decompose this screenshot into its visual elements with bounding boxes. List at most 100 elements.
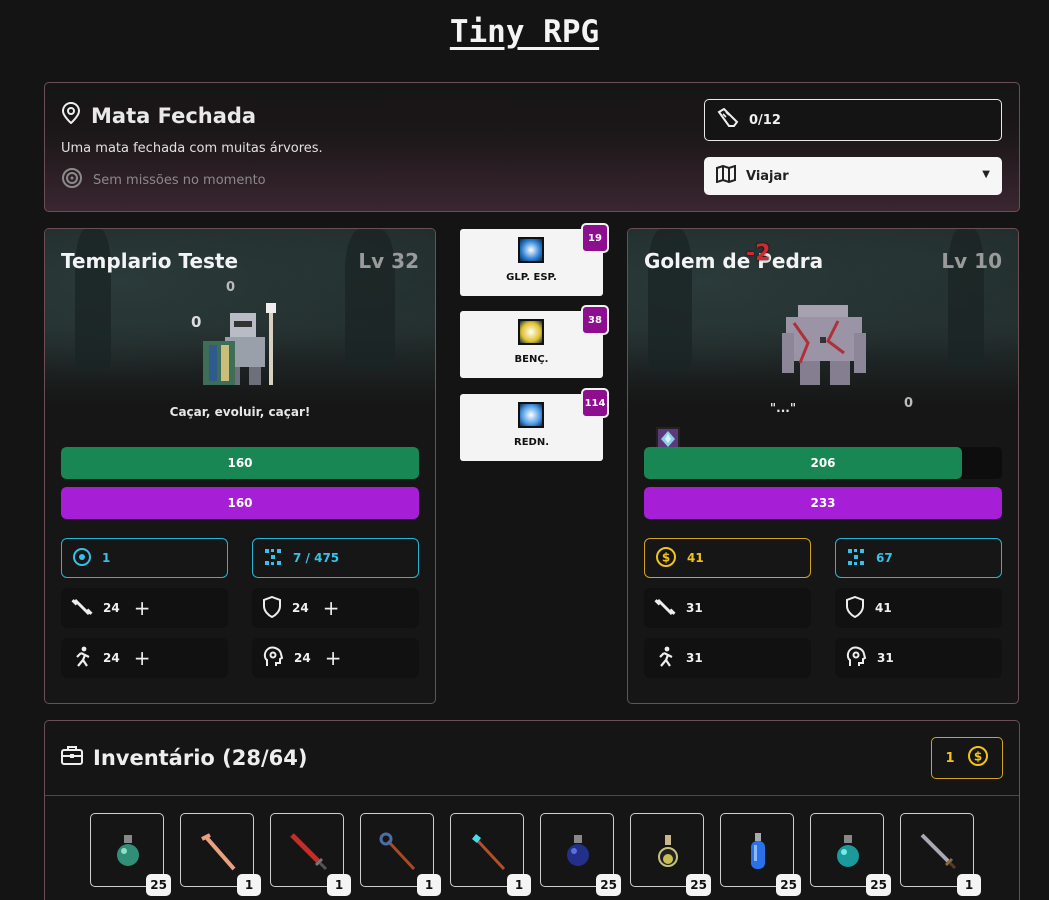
stat-agility: 24 + [61, 638, 228, 678]
magic-value: 31 [877, 651, 894, 665]
xp-icon [263, 547, 283, 570]
gold-value: 41 [687, 551, 704, 565]
item-quantity: 25 [866, 874, 891, 896]
add-agility-button[interactable]: + [134, 646, 151, 670]
item-quantity: 1 [237, 874, 261, 896]
inventory-slot[interactable]: 1 [180, 813, 261, 896]
stat-magic: 24 + [252, 638, 419, 678]
defense-value: 24 [292, 601, 309, 615]
potion-icon [751, 833, 765, 869]
mission-status-label: Sem missões no momento [93, 172, 266, 188]
potion-icon [837, 835, 859, 867]
staff-icon [201, 833, 236, 871]
inventory-slot[interactable]: 1 [450, 813, 531, 896]
magic-value: 24 [294, 651, 311, 665]
xp-value: 7 / 475 [293, 551, 340, 565]
inventory-slot[interactable]: 1 [360, 813, 441, 896]
player-hp-bar: 160 [61, 447, 419, 479]
skill-button-spirit-strike[interactable]: GLP. ESP. 19 [460, 223, 609, 296]
inventory-title: Inventário (28/64) [61, 745, 307, 770]
item-quantity: 1 [417, 874, 441, 896]
gold-amount: 1 [945, 750, 955, 766]
running-icon [71, 646, 93, 671]
inventory-header: Inventário (28/64) 1 $ [45, 721, 1019, 796]
damage-number: -2 [746, 241, 771, 266]
player-name: Templario Teste [61, 249, 239, 273]
location-name: Mata Fechada [91, 103, 257, 128]
stat-strength: 31 [644, 588, 811, 628]
hp-value: 206 [810, 456, 836, 470]
mind-icon [845, 646, 867, 671]
enemy-quote: "..." [769, 401, 797, 415]
target-icon [72, 547, 92, 570]
stat-defense: 24 + [252, 588, 419, 628]
spirit-strike-icon [518, 237, 544, 263]
map-pin-icon [61, 101, 81, 129]
inventory-slot[interactable]: 25 [810, 813, 891, 896]
item-quantity: 25 [146, 874, 171, 896]
mp-value: 233 [810, 496, 836, 510]
location-title: Mata Fechada [61, 101, 257, 129]
stat-defense: 41 [835, 588, 1002, 628]
mp-value: 160 [227, 496, 253, 510]
shield-icon [845, 595, 865, 621]
xp-icon [846, 547, 866, 570]
svg-text:$: $ [973, 750, 981, 764]
shield-icon [262, 595, 282, 621]
chevron-down-icon: ▼ [982, 169, 990, 180]
add-strength-button[interactable]: + [134, 596, 151, 620]
skill-button-redemption[interactable]: REDN. 114 [460, 388, 609, 461]
player-gold: 1 $ [931, 737, 1003, 779]
inventory-slot[interactable]: 1 [900, 813, 981, 896]
potion-icon [567, 835, 589, 866]
strength-value: 24 [103, 601, 120, 615]
inventory-slot[interactable]: 25 [540, 813, 621, 896]
steps-counter: 0/12 [704, 99, 1002, 141]
boot-icon [717, 107, 739, 132]
mission-status: Sem missões no momento [61, 167, 266, 193]
float-number: 0 [226, 280, 236, 295]
briefcase-icon [61, 745, 83, 770]
gold-reward: $ 41 [644, 538, 811, 578]
item-quantity: 25 [776, 874, 801, 896]
enemy-card: Golem de Pedra Lv 10 -2 "..." 0 206 233 … [627, 228, 1019, 704]
xp-reward: 67 [835, 538, 1002, 578]
agility-value: 24 [103, 651, 120, 665]
attribute-points: 1 [61, 538, 228, 578]
sword-icon [290, 833, 328, 871]
inventory-slot[interactable]: 25 [630, 813, 711, 896]
float-number: 0 [904, 396, 914, 411]
player-level: Lv 32 [358, 249, 419, 273]
potion-icon [658, 835, 678, 867]
stat-strength: 24 + [61, 588, 228, 628]
item-quantity: 1 [957, 874, 981, 896]
player-quote: Caçar, evoluir, caçar! [169, 405, 311, 419]
skill-label: GLP. ESP. [506, 272, 557, 283]
staff-icon [379, 832, 416, 871]
inventory-slot[interactable]: 25 [90, 813, 171, 896]
location-description: Uma mata fechada com muitas árvores. [61, 141, 323, 156]
skill-cost: 19 [581, 223, 609, 253]
staff-icon [472, 834, 506, 871]
skill-cost: 114 [581, 388, 609, 418]
dumbbell-icon [654, 596, 676, 621]
skill-button-blessing[interactable]: BENÇ. 38 [460, 305, 609, 378]
add-magic-button[interactable]: + [325, 646, 342, 670]
hp-value: 160 [227, 456, 253, 470]
add-defense-button[interactable]: + [323, 596, 340, 620]
enemy-hp-bar: 206 [644, 447, 1002, 479]
inventory-panel: Inventário (28/64) 1 $ 25 1 1 1 1 25 25 … [44, 720, 1020, 900]
target-icon [61, 167, 83, 193]
inventory-slot[interactable]: 25 [720, 813, 801, 896]
enemy-level: Lv 10 [941, 249, 1002, 273]
inventory-slot[interactable]: 1 [270, 813, 351, 896]
dumbbell-icon [71, 596, 93, 621]
strength-value: 31 [686, 601, 703, 615]
templar-sprite [195, 301, 285, 395]
blessing-icon [518, 319, 544, 345]
svg-text:$: $ [662, 550, 670, 564]
location-panel: Mata Fechada Uma mata fechada com muitas… [44, 82, 1020, 212]
xp-value: 67 [876, 551, 893, 565]
travel-select[interactable]: Viajar ▼ [704, 157, 1002, 195]
item-quantity: 1 [507, 874, 531, 896]
